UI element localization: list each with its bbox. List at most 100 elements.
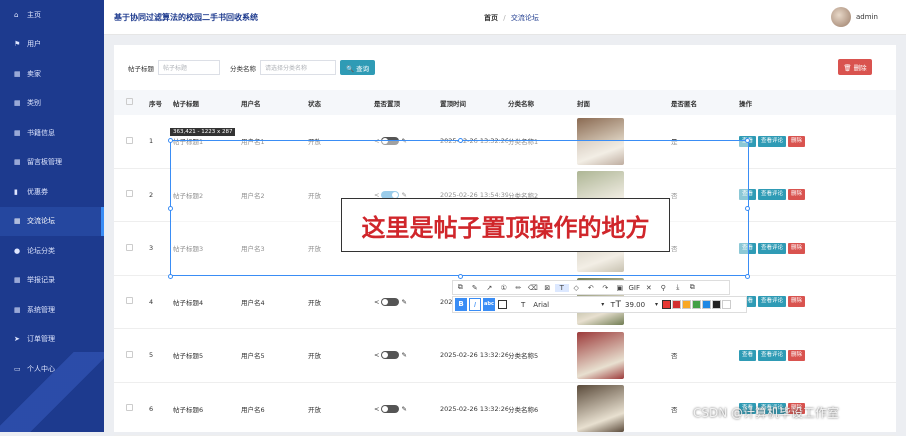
sidebar-item[interactable]: ▦卖家 xyxy=(0,59,104,89)
checkbox-cell xyxy=(114,190,149,199)
cover-cell xyxy=(577,385,671,432)
breadcrumb-home[interactable]: 首页 xyxy=(484,14,498,22)
toolbar-tool-icon[interactable]: GIF xyxy=(627,284,642,292)
sidebar-item[interactable]: ▦系统管理 xyxy=(0,295,104,325)
row-checkbox[interactable] xyxy=(126,190,133,197)
sidebar-item[interactable]: ⌂主页 xyxy=(0,0,104,30)
font-size-value[interactable]: 39.00 xyxy=(625,301,655,309)
delete-button[interactable]: 删除 xyxy=(788,350,805,361)
sidebar-icon: ➤ xyxy=(14,335,24,343)
color-swatch[interactable] xyxy=(662,300,671,309)
row-checkbox[interactable] xyxy=(126,404,133,411)
sidebar-item-label: 书籍信息 xyxy=(27,128,55,138)
row-checkbox[interactable] xyxy=(126,297,133,304)
selection-handle[interactable] xyxy=(745,206,750,211)
row-checkbox[interactable] xyxy=(126,137,133,144)
username-cell: 用户名4 xyxy=(241,297,308,307)
pin-cell: <✎ xyxy=(374,351,440,359)
pin-toggle[interactable] xyxy=(381,405,399,413)
row-checkbox[interactable] xyxy=(126,244,133,251)
delete-button[interactable]: 删除 xyxy=(788,136,805,147)
toolbar-tool-icon[interactable]: ◇ xyxy=(569,284,584,292)
toolbar-tool-icon[interactable]: ⧉ xyxy=(685,283,700,292)
color-swatch[interactable] xyxy=(672,300,681,309)
color-swatch[interactable] xyxy=(722,300,731,309)
status-cell: 开放 xyxy=(308,404,374,414)
header-checkbox-cell xyxy=(114,98,149,107)
toolbar-tool-icon[interactable]: ① xyxy=(497,284,512,292)
column-header: 用户名 xyxy=(241,98,308,108)
sidebar-item[interactable]: ▦留言板管理 xyxy=(0,148,104,178)
query-button[interactable]: 🔍 查询 xyxy=(340,60,375,75)
toolbar-tool-icon[interactable]: ↶ xyxy=(584,284,599,292)
sidebar-item[interactable]: ●论坛分类 xyxy=(0,236,104,266)
color-swatch[interactable] xyxy=(692,300,701,309)
toolbar-tool-icon[interactable]: ✕ xyxy=(642,284,657,292)
category-cell: 分类名称5 xyxy=(508,350,577,360)
selection-handle[interactable] xyxy=(458,274,463,279)
username-cell: 用户名5 xyxy=(241,350,308,360)
toolbar-tool-icon[interactable]: ↷ xyxy=(598,284,613,292)
sidebar-item[interactable]: ⚑用户 xyxy=(0,30,104,60)
background-button[interactable]: abc xyxy=(483,298,495,311)
view-comments-button[interactable]: 查看评论 xyxy=(758,189,786,200)
toolbar-tool-icon[interactable]: ✎ xyxy=(468,284,483,292)
avatar[interactable] xyxy=(831,7,851,27)
category-select[interactable]: 请选择分类名称 xyxy=(260,60,336,75)
toolbar-tool-icon[interactable]: T xyxy=(555,284,570,292)
username[interactable]: admin xyxy=(856,13,878,21)
delete-button[interactable]: 删除 xyxy=(788,296,805,307)
edit-icon[interactable]: ✎ xyxy=(401,298,406,306)
selection-handle[interactable] xyxy=(745,274,750,279)
breadcrumb-current[interactable]: 交流论坛 xyxy=(511,14,539,22)
sidebar-item[interactable]: ▦交流论坛 xyxy=(0,207,104,237)
view-comments-button[interactable]: 查看评论 xyxy=(758,350,786,361)
delete-button[interactable]: 删除 xyxy=(788,243,805,254)
toolbar-tool-icon[interactable]: ✏ xyxy=(511,284,526,292)
title-search-input[interactable]: 帖子标题 xyxy=(158,60,220,75)
sidebar-item[interactable]: ▮优惠券 xyxy=(0,177,104,207)
bold-button[interactable]: B xyxy=(455,298,467,311)
cover-cell xyxy=(577,332,671,379)
selection-handle[interactable] xyxy=(168,206,173,211)
sidebar-item-label: 论坛分类 xyxy=(27,246,55,256)
toolbar-tool-icon[interactable]: ⚲ xyxy=(656,284,671,292)
toolbar-tool-icon[interactable]: ⌫ xyxy=(526,284,541,292)
view-comments-button[interactable]: 查看评论 xyxy=(758,243,786,254)
selection-handle[interactable] xyxy=(458,138,463,143)
toolbar-tool-icon[interactable]: ⧉ xyxy=(453,283,468,292)
view-comments-button[interactable]: 查看评论 xyxy=(758,136,786,147)
column-header: 状态 xyxy=(308,98,374,108)
fill-toggle[interactable] xyxy=(498,300,507,309)
edit-icon[interactable]: ✎ xyxy=(401,405,406,413)
sidebar-item[interactable]: ▦书籍信息 xyxy=(0,118,104,148)
selection-handle[interactable] xyxy=(745,138,750,143)
sidebar-item[interactable]: ▦举报记录 xyxy=(0,266,104,296)
sidebar-icon: ▦ xyxy=(14,99,24,107)
select-all-checkbox[interactable] xyxy=(126,98,133,105)
pin-toggle[interactable] xyxy=(381,298,399,306)
batch-delete-button[interactable]: 🗑 删除 xyxy=(838,59,872,75)
view-button[interactable]: 查看 xyxy=(739,350,756,361)
selection-handle[interactable] xyxy=(168,274,173,279)
sidebar-item[interactable]: ➤订单管理 xyxy=(0,325,104,355)
toolbar-tool-icon[interactable]: ↗ xyxy=(482,284,497,292)
toolbar-tool-icon[interactable]: ▣ xyxy=(613,284,628,292)
toolbar-tool-icon[interactable]: ⤓ xyxy=(671,283,686,292)
share-icon: < xyxy=(374,405,379,413)
row-checkbox[interactable] xyxy=(126,351,133,358)
selection-handle[interactable] xyxy=(168,138,173,143)
edit-icon[interactable]: ✎ xyxy=(401,351,406,359)
color-swatch[interactable] xyxy=(712,300,721,309)
view-comments-button[interactable]: 查看评论 xyxy=(758,296,786,307)
pin-toggle[interactable] xyxy=(381,351,399,359)
font-select[interactable]: Arial xyxy=(533,301,601,309)
color-swatch[interactable] xyxy=(702,300,711,309)
toolbar-tool-icon[interactable]: ⊠ xyxy=(540,284,555,292)
sidebar-icon: ▦ xyxy=(14,276,24,284)
italic-button[interactable]: I xyxy=(469,298,481,311)
color-swatch[interactable] xyxy=(682,300,691,309)
annotation-text[interactable]: 这里是帖子置顶操作的地方 xyxy=(341,198,670,252)
delete-button[interactable]: 删除 xyxy=(788,189,805,200)
sidebar-item[interactable]: ▦类别 xyxy=(0,89,104,119)
